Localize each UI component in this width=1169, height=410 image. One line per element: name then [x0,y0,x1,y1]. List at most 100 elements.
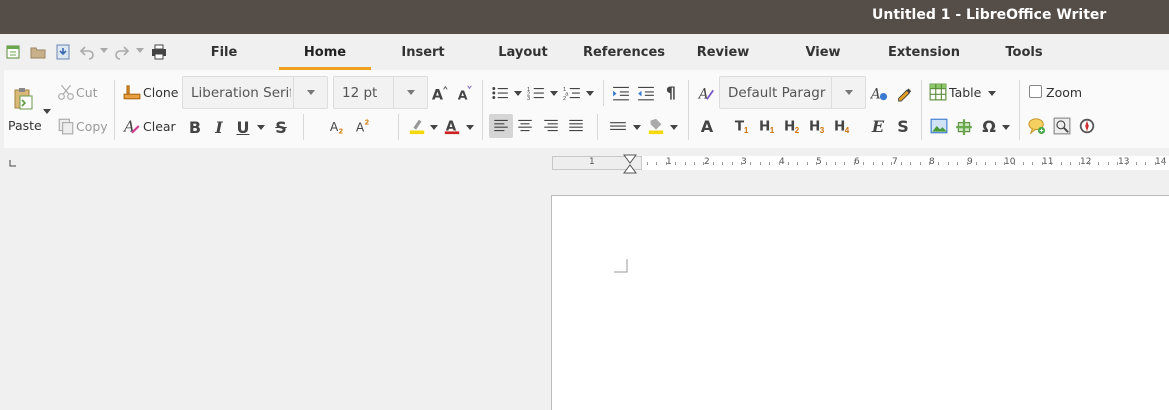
table-dropdown-icon[interactable] [987,88,997,98]
underline-dropdown-icon[interactable] [256,122,266,132]
ruler-tab-selector[interactable] [8,158,18,168]
paste-dropdown-icon[interactable] [42,106,52,116]
ruler-tick [919,162,921,165]
tab-layout[interactable]: Layout [492,34,554,70]
paste-label[interactable]: Paste [8,118,42,133]
horizontal-ruler[interactable]: 1 1 2 3 4 5 6 7 8 9 10 11 12 13 14 [552,154,1169,174]
ruler-tick [750,162,752,165]
edit-style-icon[interactable] [894,83,914,103]
align-right-icon[interactable] [542,117,560,135]
emphasis-style-icon[interactable]: E [868,116,888,136]
save-icon[interactable] [54,43,72,61]
font-name-combobox[interactable]: Liberation Serif [182,76,328,109]
title-style-icon[interactable]: T1 [733,116,753,136]
new-document-icon[interactable] [4,43,22,61]
font-name-dropdown-icon[interactable] [293,77,327,108]
cut-icon[interactable] [57,83,75,101]
heading-4-icon[interactable]: H4 [833,116,853,136]
font-color-icon[interactable]: A [442,116,462,136]
paste-icon[interactable] [10,86,36,112]
clone-label[interactable]: Clone [143,85,178,100]
zoom-label[interactable]: Zoom [1046,85,1082,100]
undo-dropdown-icon[interactable] [100,48,108,56]
subscript-icon[interactable]: A2 [327,115,349,137]
highlight-dropdown-icon[interactable] [429,122,439,132]
shrink-font-icon[interactable]: A [455,83,475,103]
bullet-list-dropdown-icon[interactable] [513,88,523,98]
ruler-tick [647,162,648,165]
insert-image-icon[interactable] [930,117,948,135]
redo-dropdown-icon[interactable] [136,48,144,56]
tab-extension[interactable]: Extension [886,34,962,70]
clear-label[interactable]: Clear [143,119,176,134]
line-spacing-dropdown-icon[interactable] [632,122,642,132]
ruler-tick [797,162,799,165]
tab-view[interactable]: View [798,34,848,70]
document-page[interactable] [551,195,1169,410]
align-center-icon[interactable] [516,117,534,135]
tab-tools[interactable]: Tools [1000,34,1048,70]
heading-3-icon[interactable]: H3 [808,116,828,136]
svg-text:H: H [834,119,845,135]
comment-icon[interactable] [1027,116,1047,136]
special-character-dropdown-icon[interactable] [1001,122,1011,132]
ruler-tick [844,162,846,165]
heading-1-icon[interactable]: H1 [758,116,778,136]
ruler-tick [910,162,912,165]
tab-insert[interactable]: Insert [393,34,453,70]
strong-style-icon[interactable]: S [893,116,913,136]
line-spacing-icon[interactable] [609,117,627,135]
font-color-dropdown-icon[interactable] [465,122,475,132]
increase-indent-icon[interactable] [612,84,630,102]
heading-2-icon[interactable]: H2 [783,116,803,136]
paragraph-background-dropdown-icon[interactable] [669,122,679,132]
numbered-list-dropdown-icon[interactable] [549,88,559,98]
paragraph-style-combobox[interactable]: Default Paragraph Style [719,76,866,109]
outline-list-dropdown-icon[interactable] [585,88,595,98]
grow-font-icon[interactable]: A [430,83,450,103]
formatting-marks-icon[interactable]: ¶ [662,83,680,102]
navigator-icon[interactable] [1077,116,1097,136]
table-label[interactable]: Table [949,85,981,100]
table-icon[interactable] [929,83,947,101]
svg-text:3: 3 [820,126,825,135]
print-icon[interactable] [150,43,168,61]
superscript-icon[interactable]: A2 [353,115,375,137]
strikethrough-icon[interactable]: S [271,117,291,137]
underline-icon[interactable]: U [233,117,253,137]
outline-list-icon[interactable]: 1a2 [563,84,581,102]
bullet-list-icon[interactable] [491,84,509,102]
italic-icon[interactable]: I [209,117,229,137]
new-style-icon[interactable]: A [869,83,889,103]
font-size-dropdown-icon[interactable] [393,77,427,108]
cut-label[interactable]: Cut [76,85,98,100]
paragraph-background-icon[interactable] [646,116,666,136]
redo-icon[interactable] [113,43,131,61]
copy-label[interactable]: Copy [76,119,108,134]
numbered-list-icon[interactable]: 123 [527,84,545,102]
align-left-icon[interactable] [489,114,513,138]
tab-home[interactable]: Home [279,34,371,70]
special-character-icon[interactable]: Ω [980,117,998,136]
copy-icon[interactable] [57,117,75,135]
justify-icon[interactable] [567,117,585,135]
undo-icon[interactable] [78,43,96,61]
paragraph-style-dropdown-icon[interactable] [831,77,865,108]
tab-review[interactable]: Review [692,34,754,70]
decrease-indent-icon[interactable] [637,84,655,102]
insert-chart-icon[interactable] [955,117,973,135]
clone-formatting-icon[interactable] [123,83,141,101]
zoom-checkbox[interactable] [1029,85,1042,98]
ruler-tick [665,162,667,165]
tab-references[interactable]: References [582,34,666,70]
indent-marker-icon[interactable] [622,154,638,174]
font-size-combobox[interactable]: 12 pt [333,76,428,109]
open-folder-icon[interactable] [29,43,47,61]
highlight-color-icon[interactable] [407,116,427,136]
find-replace-icon[interactable] [1053,117,1071,135]
style-update-icon[interactable]: A [696,83,716,103]
clear-formatting-icon[interactable]: A [123,117,141,135]
tab-file[interactable]: File [196,34,252,70]
default-char-style-icon[interactable]: A [697,116,717,136]
bold-icon[interactable]: B [185,117,205,137]
